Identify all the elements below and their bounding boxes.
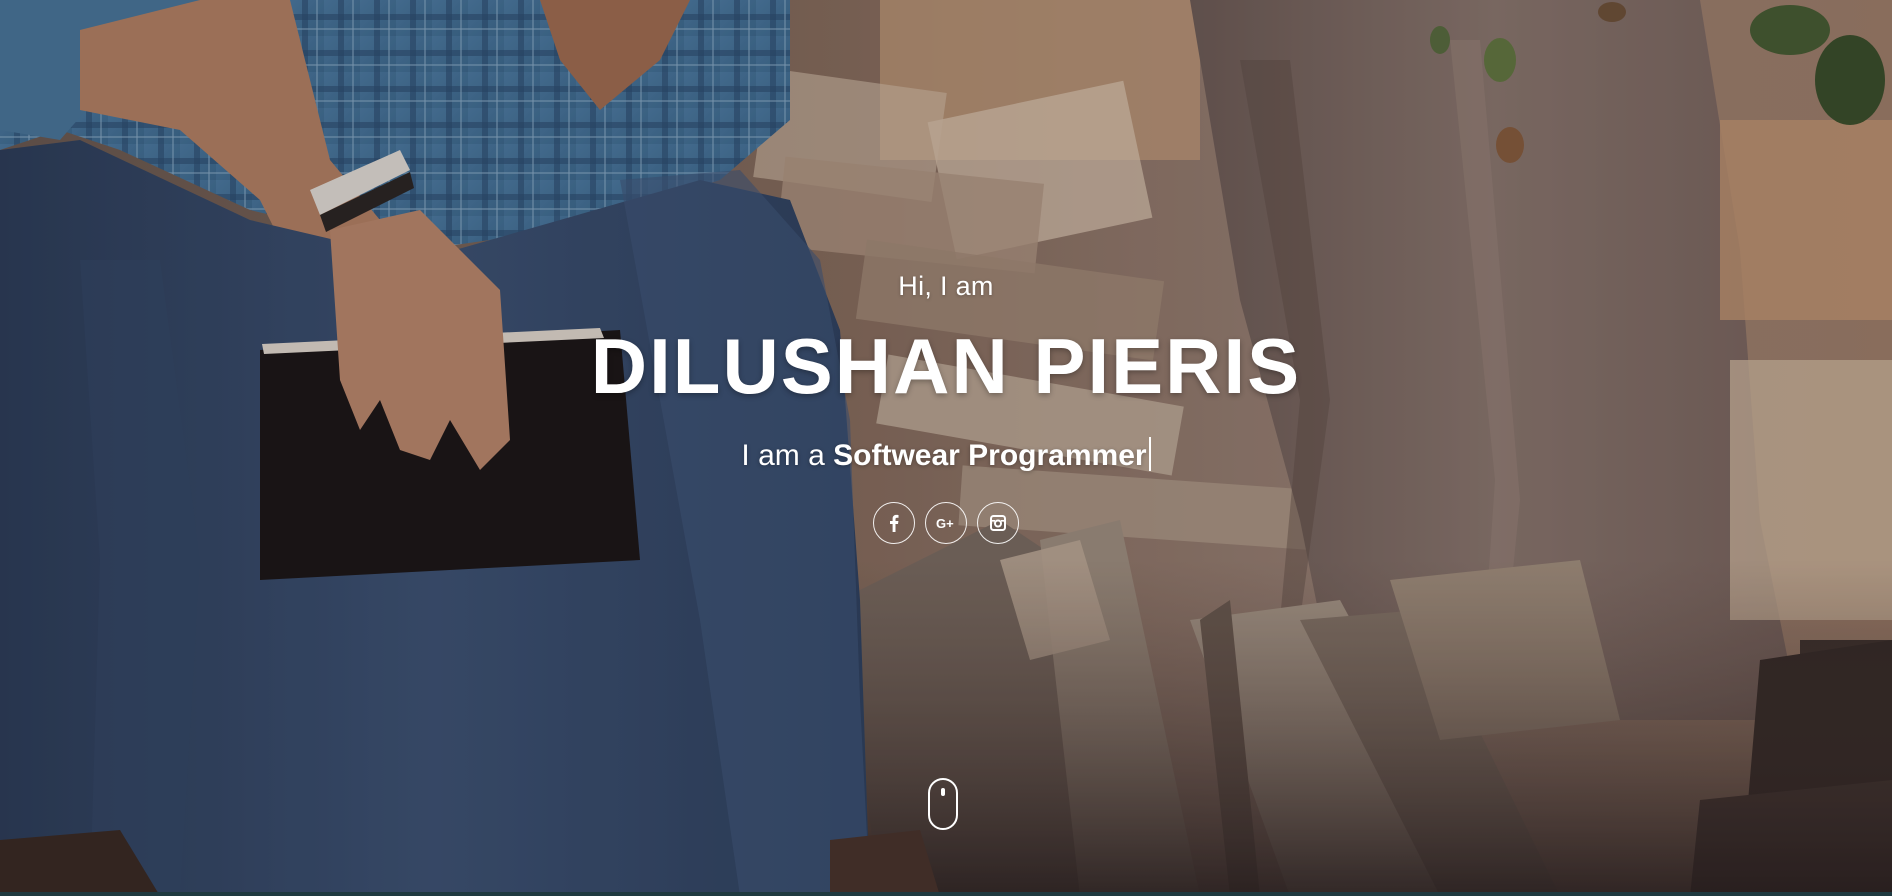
mouse-scroll-icon[interactable]: [928, 778, 958, 830]
hero-name: DILUSHAN PIERIS: [590, 322, 1302, 410]
svg-text:G+: G+: [936, 516, 954, 530]
bottom-edge-bar: [0, 892, 1892, 896]
mouse-wheel: [941, 788, 945, 796]
hero-content: Hi, I am DILUSHAN PIERIS I am a Softwear…: [0, 268, 1892, 544]
facebook-link[interactable]: [873, 502, 915, 544]
instagram-icon: [990, 515, 1006, 531]
typing-cursor: [1148, 437, 1151, 471]
facebook-icon: [889, 514, 899, 532]
social-links: G+: [0, 502, 1892, 544]
hero-tagline: I am a Softwear Programmer: [0, 436, 1892, 476]
tagline-prefix: I am a: [741, 439, 825, 472]
hero-section: Hi, I am DILUSHAN PIERIS I am a Softwear…: [0, 0, 1892, 896]
hero-greeting: Hi, I am: [898, 271, 994, 301]
instagram-link[interactable]: [977, 502, 1019, 544]
google-plus-link[interactable]: G+: [925, 502, 967, 544]
google-plus-icon: G+: [936, 516, 956, 530]
tagline-role: Softwear Programmer: [833, 439, 1147, 472]
